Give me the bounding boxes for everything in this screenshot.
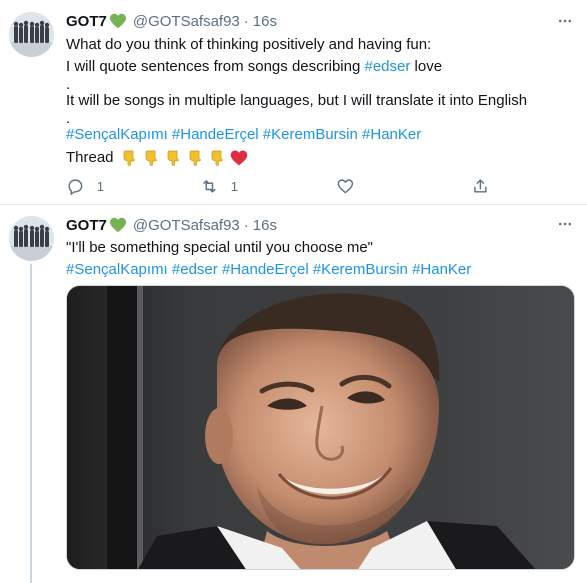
- pointing-down-hand-icon: [189, 150, 201, 166]
- pointing-down-hand-icon: [123, 150, 135, 166]
- more-options-icon[interactable]: [555, 214, 575, 234]
- thread-line: Thread: [66, 147, 575, 169]
- separator-dot: ·: [243, 216, 249, 234]
- text-line: What do you think of thinking positively…: [66, 36, 432, 53]
- hashtag-link[interactable]: #HanKer: [412, 261, 471, 278]
- reply-icon: [68, 179, 83, 195]
- timestamp[interactable]: 16s: [253, 13, 277, 30]
- hashtag-link[interactable]: #HanKer: [362, 126, 421, 143]
- tweet-header: GOT7 @GOTSafsaf93 · 16s: [66, 11, 277, 31]
- user-handle[interactable]: @GOTSafsaf93: [133, 13, 240, 30]
- quote-line: "I'll be something special until you cho…: [66, 239, 374, 256]
- green-heart-icon: [109, 217, 127, 233]
- green-heart-icon: [109, 13, 127, 29]
- avatar[interactable]: [9, 216, 54, 261]
- photo-of-smiling-man: [67, 286, 574, 569]
- tweet-media[interactable]: [66, 285, 575, 570]
- tweet-2[interactable]: GOT7 @GOTSafsaf93 · 16s "I'll be somethi…: [0, 206, 587, 583]
- dot-line: .: [66, 75, 71, 93]
- hashtag-link[interactable]: #SençalKapımı: [66, 126, 168, 143]
- dot-line: .: [66, 109, 71, 127]
- hashtag-link[interactable]: #SençalKapımı: [66, 261, 168, 278]
- tweet-1[interactable]: GOT7 @GOTSafsaf93 · 16s What do you thin…: [0, 0, 587, 205]
- timestamp[interactable]: 16s: [253, 217, 277, 234]
- retweet-icon: [203, 179, 216, 193]
- text-line: I will quote sentences from songs descri…: [66, 56, 575, 78]
- reply-button[interactable]: 1: [66, 175, 104, 197]
- hashtag-line: #SençalKapımı #edser #HandeErçel #KeremB…: [66, 259, 575, 281]
- tweet-header: GOT7 @GOTSafsaf93 · 16s: [66, 215, 277, 235]
- share-icon: [474, 179, 487, 193]
- text-segment: I will quote sentences from songs descri…: [66, 58, 365, 76]
- hashtag-link[interactable]: #HandeErçel: [222, 261, 309, 278]
- emoji-row: [120, 149, 248, 167]
- red-heart-icon: [230, 150, 247, 166]
- hashtag-link[interactable]: #KeremBursin: [313, 261, 408, 278]
- like-button[interactable]: [336, 175, 367, 197]
- like-heart-icon: [337, 179, 354, 193]
- hashtag-link[interactable]: #HandeErçel: [172, 126, 259, 143]
- user-handle[interactable]: @GOTSafsaf93: [133, 217, 240, 234]
- hashtag-link[interactable]: #edser: [364, 58, 410, 75]
- separator-dot: ·: [243, 12, 249, 30]
- hashtag-line: #SençalKapımı #HandeErçel #KeremBursin #…: [66, 124, 575, 146]
- share-button[interactable]: [471, 175, 502, 197]
- retweet-count: 1: [230, 178, 238, 194]
- thread-label: Thread: [66, 148, 114, 166]
- retweet-button[interactable]: 1: [200, 175, 238, 197]
- hashtag-link[interactable]: #KeremBursin: [263, 126, 358, 143]
- hashtag-link[interactable]: #edser: [172, 261, 218, 278]
- tweet-actions: 1 1: [66, 175, 506, 197]
- more-options-icon[interactable]: [555, 11, 575, 31]
- tweet-text: "I'll be something special until you cho…: [66, 237, 575, 282]
- thread-connector: [30, 264, 32, 583]
- display-name[interactable]: GOT7: [66, 217, 107, 234]
- avatar[interactable]: [9, 12, 54, 57]
- reply-count: 1: [96, 178, 104, 194]
- pointing-down-hand-icon: [167, 150, 179, 166]
- tweet-text: What do you think of thinking positively…: [66, 34, 575, 169]
- text-line: It will be songs in multiple languages, …: [66, 92, 528, 110]
- display-name[interactable]: GOT7: [66, 13, 107, 30]
- text-segment: love: [410, 58, 443, 76]
- pointing-down-hand-icon: [145, 150, 157, 166]
- pointing-down-hand-icon: [211, 150, 223, 166]
